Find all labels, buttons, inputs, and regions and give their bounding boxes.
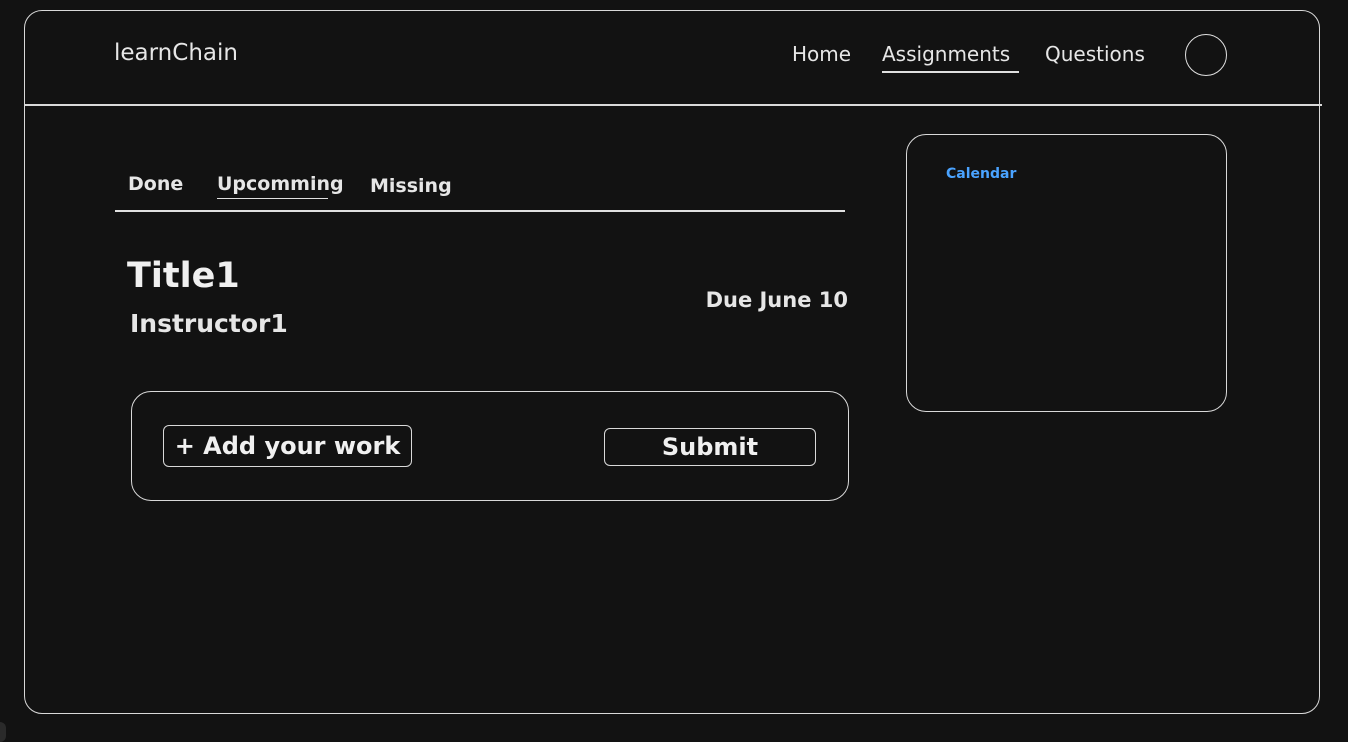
calendar-label: Calendar [946,166,1017,182]
add-work-button[interactable]: + Add your work [163,425,412,467]
assignment-title: Title1 [127,256,240,296]
nav-divider [24,104,1322,106]
active-nav-underline [882,71,1019,73]
tab-upcoming[interactable]: Upcomming [217,173,344,195]
navbar: learnChain Home Assignments Questions [24,10,1322,106]
submit-button[interactable]: Submit [604,428,816,466]
due-date: Due June 10 [705,288,848,312]
nav-questions-link[interactable]: Questions [1045,42,1145,66]
nav-assignments-link[interactable]: Assignments [882,42,1010,66]
nav-home-link[interactable]: Home [792,42,851,66]
tab-missing[interactable]: Missing [370,175,452,197]
corner-handle [0,722,6,742]
tabs-divider [115,210,845,212]
tab-done[interactable]: Done [128,173,183,195]
logo[interactable]: learnChain [114,40,238,66]
avatar[interactable] [1185,34,1227,76]
assignment-instructor: Instructor1 [130,309,288,338]
active-tab-underline [217,198,328,199]
